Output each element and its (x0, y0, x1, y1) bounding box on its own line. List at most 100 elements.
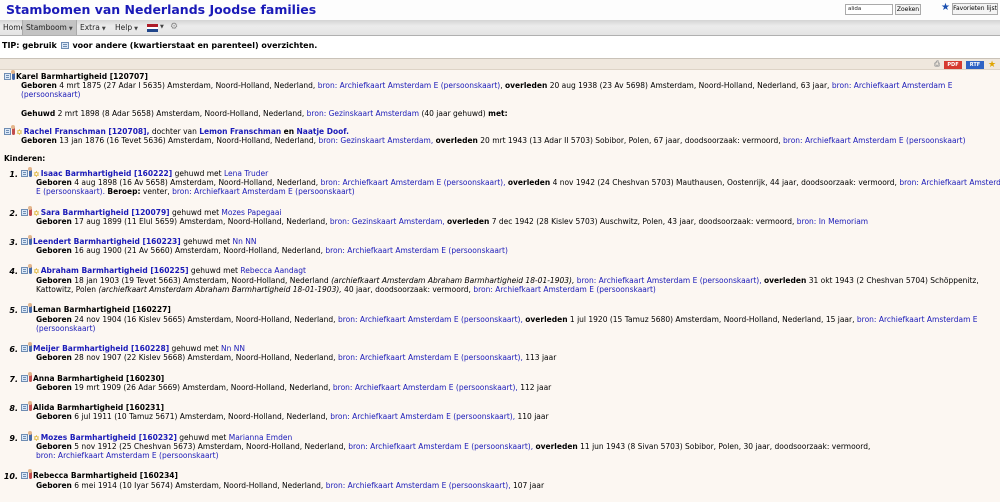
child-born: 18 jan 1903 (19 Tevet 5663) Amsterdam, N… (74, 276, 329, 285)
overview-icon[interactable] (21, 434, 28, 441)
male-icon (28, 264, 32, 274)
overview-icon[interactable] (21, 404, 28, 411)
source-link[interactable]: (persoonskaart) (21, 90, 80, 99)
child-birth-line: Geboren 6 mei 1914 (10 Iyar 5674) Amster… (36, 481, 544, 491)
child-name[interactable]: Isaac Barmhartigheid [160222] (41, 169, 173, 178)
source-link[interactable]: bron: In Memoriam (797, 217, 868, 226)
overview-icon[interactable] (21, 209, 28, 216)
tip-text: TIP: gebruik voor andere (kwartierstaat … (2, 41, 317, 50)
source-link[interactable]: bron: Archiefkaart Amsterdam E (persoons… (333, 383, 518, 392)
child-number: 4. (9, 267, 18, 276)
child-name[interactable]: Sara Barmhartigheid [120079] (41, 208, 170, 217)
menu-extra[interactable]: Extra ▼ (77, 20, 109, 35)
overview-icon[interactable] (21, 267, 28, 274)
source-link[interactable]: bron: Archiefkaart Amsterdam E (persoons… (36, 451, 219, 460)
child-spouse[interactable]: Rebecca Aandagt (240, 266, 306, 275)
spouse-mother[interactable]: Naatje Doof. (296, 127, 349, 136)
tip-bar: TIP: gebruik voor andere (kwartierstaat … (0, 36, 1000, 58)
child-born: 5 nov 1912 (25 Cheshvan 5673) Amsterdam,… (74, 442, 346, 451)
overview-icon[interactable] (4, 128, 11, 135)
overview-icon[interactable] (21, 306, 28, 313)
search-input[interactable]: alida barmhartig (845, 4, 893, 15)
source-link[interactable]: (persoonskaart) (36, 324, 95, 333)
child-birth-line: Geboren 16 aug 1900 (21 Av 5660) Amsterd… (36, 246, 508, 256)
overview-icon[interactable] (21, 170, 28, 177)
source-link[interactable]: bron: Gezinskaart Amsterdam, (330, 217, 445, 226)
source-link[interactable]: bron: Archiefkaart Amsterdam E (832, 81, 953, 90)
child-born: 4 aug 1898 (16 Av 5658) Amsterdam, Noord… (74, 178, 319, 187)
child-died: 11 jun 1943 (8 Sivan 5703) Sobibor, Pole… (580, 442, 871, 451)
pdf-button[interactable]: PDF (944, 61, 962, 69)
child-spouse[interactable]: Mozes Papegaai (221, 208, 281, 217)
source-link[interactable]: bron: Archiefkaart Amsterdam (899, 178, 1000, 187)
marriage-date: 2 mrt 1898 (8 Adar 5658) Amsterdam, Noor… (57, 109, 305, 118)
child-died-note: (archiefkaart Amsterdam Abraham Barmhart… (98, 285, 342, 294)
child-born: 19 mrt 1909 (26 Adar 5669) Amsterdam, No… (74, 383, 331, 392)
child-born: 17 aug 1899 (11 Elul 5659) Amsterdam, No… (74, 217, 328, 226)
favorite-star-icon[interactable]: ★ (987, 61, 997, 70)
overview-icon[interactable] (21, 345, 28, 352)
child-number: 8. (9, 404, 18, 413)
source-link[interactable]: bron: Archiefkaart Amsterdam E (persoons… (172, 187, 355, 196)
child-spouse[interactable]: Marianna Emden (229, 433, 293, 442)
source-link[interactable]: bron: Archiefkaart Amsterdam E (persoons… (348, 442, 533, 451)
child-birth-line: Geboren 24 nov 1904 (16 Kislev 5665) Ams… (36, 315, 978, 325)
married-with-label: gehuwd met (172, 208, 220, 217)
source-link[interactable]: bron: Archiefkaart Amsterdam E (persoons… (577, 276, 762, 285)
rtf-button[interactable]: RTF (966, 61, 984, 69)
source-link[interactable]: E (persoonskaart). (36, 187, 105, 196)
source-link[interactable]: bron: Archiefkaart Amsterdam E (persoons… (338, 315, 523, 324)
child-number: 7. (9, 375, 18, 384)
chevron-down-icon[interactable]: ▼ (160, 20, 164, 35)
overview-icon[interactable] (21, 375, 28, 382)
spouse-birth-line: Geboren 13 jan 1876 (16 Tevet 5636) Amst… (21, 136, 966, 146)
source-link[interactable]: bron: Archiefkaart Amsterdam E (persoons… (473, 285, 656, 294)
menu-help[interactable]: Help ▼ (112, 20, 141, 35)
chevron-down-icon: ▼ (134, 26, 138, 32)
source-link[interactable]: bron: Archiefkaart Amsterdam E (persoons… (321, 178, 506, 187)
source-link[interactable]: bron: Archiefkaart Amsterdam E (857, 315, 978, 324)
child-spouse[interactable]: Nn NN (221, 344, 245, 353)
source-link[interactable]: bron: Archiefkaart Amsterdam E (persoons… (318, 81, 501, 90)
print-icon[interactable]: ⎙ (933, 61, 941, 69)
spouse-father[interactable]: Lemon Franschman (199, 127, 281, 136)
tip-suffix: voor andere (kwartierstaat en parenteel)… (72, 41, 318, 50)
with-label: met: (488, 109, 508, 118)
child-name[interactable]: Abraham Barmhartigheid [160225] (41, 266, 189, 275)
source-link[interactable]: bron: Archiefkaart Amsterdam E (persoons… (338, 353, 523, 362)
dutch-flag-icon[interactable] (147, 24, 158, 32)
favorites-list-button[interactable]: Favorieten lijst (952, 3, 998, 15)
child-name[interactable]: Meijer Barmhartigheid [160228] (33, 344, 169, 353)
site-title[interactable]: Stambomen van Nederlands Joodse families (6, 2, 316, 17)
child-birth-line: Geboren 28 nov 1907 (22 Kislev 5668) Ams… (36, 353, 556, 363)
children-heading: Kinderen: (4, 154, 46, 163)
search-button[interactable]: Zoeken (895, 4, 921, 15)
spouse-name[interactable]: Rachel Franschman [120708], (24, 127, 150, 136)
child-spouse[interactable]: Lena Truder (224, 169, 268, 178)
child-name[interactable]: Leendert Barmhartigheid [160223] (33, 237, 181, 246)
source-link[interactable]: bron: Archiefkaart Amsterdam E (persoons… (325, 246, 508, 255)
married-with-label: gehuwd met (174, 169, 222, 178)
overview-icon[interactable] (4, 73, 11, 80)
person-born: 4 mrt 1875 (27 Adar I 5635) Amsterdam, N… (59, 81, 316, 90)
source-link[interactable]: bron: Archiefkaart Amsterdam E (persoons… (326, 481, 511, 490)
menu-help-label: Help (115, 23, 133, 32)
occupation-label: Beroep: (107, 187, 141, 196)
overview-icon[interactable] (21, 472, 28, 479)
child-spouse[interactable]: Nn NN (233, 237, 257, 246)
born-label: Geboren (36, 246, 72, 255)
menu-stamboom[interactable]: Stamboom ▼ (22, 20, 77, 35)
child-name[interactable]: Mozes Barmhartigheid [160232] (41, 433, 177, 442)
born-label: Geboren (36, 276, 72, 285)
source-link[interactable]: bron: Archiefkaart Amsterdam E (persoons… (330, 412, 515, 421)
child-died: 1 jul 1920 (15 Tamuz 5680) Amsterdam, No… (569, 315, 855, 324)
source-link[interactable]: bron: Gezinskaart Amsterdam, (318, 136, 433, 145)
source-link[interactable]: bron: Gezinskaart Amsterdam (307, 109, 419, 118)
source-link[interactable]: bron: Archiefkaart Amsterdam E (persoons… (783, 136, 966, 145)
child-died-place: Kattowitz, Polen (36, 285, 97, 294)
person-birth-line-2: (persoonskaart) (21, 90, 80, 100)
overview-icon[interactable] (21, 238, 28, 245)
gear-icon[interactable]: ⚙ (170, 20, 178, 35)
favorites-star-icon[interactable]: ★ (941, 2, 950, 14)
child-died: 7 dec 1942 (28 Kislev 5703) Auschwitz, P… (491, 217, 795, 226)
